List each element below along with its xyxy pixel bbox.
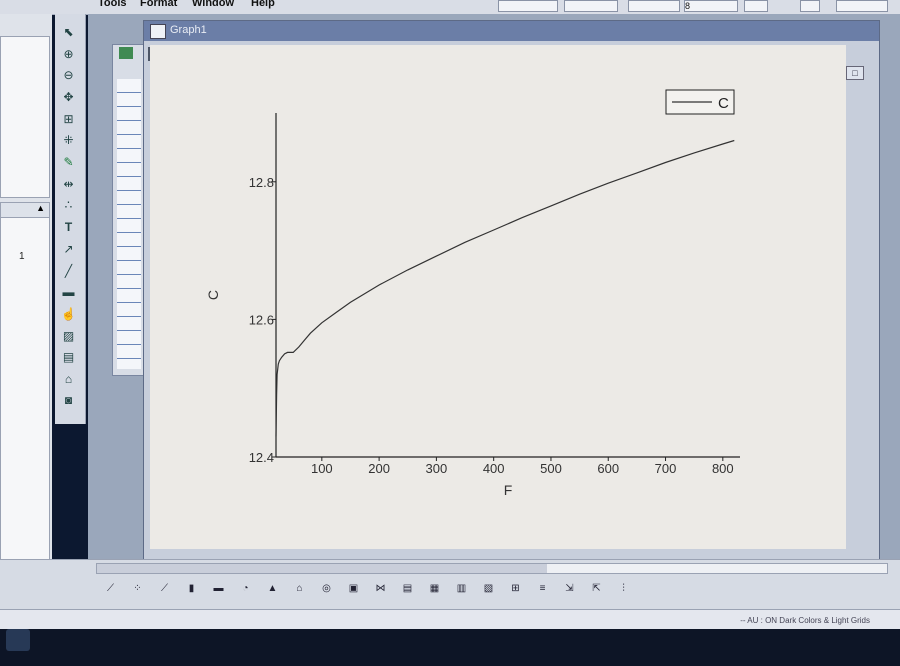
results-pane: ▲ 1 bbox=[0, 202, 50, 584]
pane-header: ▲ bbox=[1, 203, 49, 218]
y-tick-label: 12.6 bbox=[249, 312, 274, 327]
x-tick-label: 700 bbox=[655, 461, 677, 476]
left-dock: ▲ 1 bbox=[0, 14, 52, 604]
contour-icon[interactable]: ◎ bbox=[320, 582, 333, 595]
hand-icon[interactable]: ☝ bbox=[61, 306, 76, 321]
arrow-icon[interactable]: ↗ bbox=[61, 241, 76, 256]
chart-svg: 100 200 300 400 500 600 700 800 12.4 12.6 12.8 F C C bbox=[205, 89, 740, 498]
extract-icon[interactable]: ⇱ bbox=[590, 582, 603, 595]
font-size-combo[interactable]: 8 bbox=[684, 0, 738, 12]
data-selector-icon[interactable]: ⇹ bbox=[61, 176, 76, 191]
maximize-button[interactable]: □ bbox=[846, 66, 864, 80]
draw-icon[interactable]: ⌂ bbox=[61, 371, 76, 386]
axes-icon[interactable]: ⊞ bbox=[509, 582, 522, 595]
line-symbol-icon[interactable]: ⟋ bbox=[158, 582, 171, 595]
surface-icon[interactable]: ⌂ bbox=[293, 582, 306, 595]
line-plot-icon[interactable]: ⟋ bbox=[104, 582, 117, 595]
rescale-icon[interactable]: ⇲ bbox=[563, 582, 576, 595]
rectangle-icon[interactable]: ▬ bbox=[61, 284, 76, 299]
align-icon[interactable]: ⫶ bbox=[617, 582, 630, 595]
worksheet-icon bbox=[119, 47, 133, 59]
region-icon[interactable]: ▨ bbox=[61, 328, 76, 343]
graph-page[interactable]: 100 200 300 400 500 600 700 800 12.4 12.6 12.8 F C C bbox=[150, 45, 846, 549]
worksheet-grid[interactable] bbox=[117, 79, 141, 369]
taskbar bbox=[0, 629, 900, 666]
mask-icon[interactable]: ∴ bbox=[61, 197, 76, 212]
x-axis-label: F bbox=[504, 482, 513, 498]
status-text: -- AU : ON Dark Colors & Light Grids bbox=[740, 616, 870, 625]
panel-icon[interactable]: ▥ bbox=[455, 582, 468, 595]
x-tick-label: 600 bbox=[597, 461, 619, 476]
tools-toolbar: ⬉ ⊕ ⊖ ✥ ⊞ ⁜ ✎ ⇹ ∴ T ↗ ╱ ▬ ☝ ▨ ▤ ⌂ ◙ bbox=[55, 14, 86, 424]
format-button[interactable] bbox=[800, 0, 820, 12]
worksheet-window[interactable]: Lo bbox=[112, 44, 146, 376]
y-axis-label: C bbox=[205, 290, 221, 300]
y-tick-label: 12.8 bbox=[249, 175, 274, 190]
menu-bar: Tools Format Window Help 8 bbox=[0, 0, 900, 15]
start-button[interactable] bbox=[6, 629, 30, 651]
bold-button[interactable] bbox=[744, 0, 768, 12]
font-size-value: 8 bbox=[685, 1, 691, 11]
toolbar-combo-1[interactable] bbox=[498, 0, 558, 12]
row-number: 1 bbox=[19, 251, 25, 262]
x-tick-label: 400 bbox=[483, 461, 505, 476]
menu-window[interactable]: Window bbox=[192, 0, 234, 9]
screen-reader-icon[interactable]: ✎ bbox=[61, 154, 76, 169]
x-tick-label: 800 bbox=[712, 461, 734, 476]
line-icon[interactable]: ╱ bbox=[61, 263, 76, 278]
merge-icon[interactable]: ⋈ bbox=[374, 582, 387, 595]
bar-icon[interactable]: ▬ bbox=[212, 582, 225, 595]
zoom-in-icon[interactable]: ⊕ bbox=[61, 46, 76, 61]
font-combo[interactable] bbox=[628, 0, 680, 12]
toolbar-combo-2[interactable] bbox=[564, 0, 618, 12]
horizontal-scrollbar[interactable] bbox=[96, 563, 888, 574]
zoom-out-icon[interactable]: ⊖ bbox=[61, 67, 76, 82]
x-tick-label: 200 bbox=[368, 461, 390, 476]
grid-icon[interactable]: ▧ bbox=[482, 582, 495, 595]
layer-icon[interactable]: ◙ bbox=[61, 392, 76, 407]
scale-icon[interactable]: ⊞ bbox=[61, 111, 76, 126]
x-tick-label: 100 bbox=[311, 461, 333, 476]
area-icon[interactable]: ▲ bbox=[266, 582, 279, 595]
pie-icon[interactable]: ◔ bbox=[239, 582, 252, 595]
graph-window-title: Graph1 bbox=[170, 24, 207, 36]
series-line-C bbox=[275, 139, 735, 437]
layer-arrange-icon[interactable]: ▤ bbox=[401, 582, 414, 595]
y-tick-label: 12.4 bbox=[249, 450, 274, 465]
x-tick-label: 300 bbox=[426, 461, 448, 476]
legend-label: C bbox=[718, 95, 729, 112]
menu-format[interactable]: Format bbox=[140, 0, 177, 9]
graph-titlebar[interactable]: Graph1 bbox=[144, 21, 879, 41]
legend-icon[interactable]: ≡ bbox=[536, 582, 549, 595]
stack-icon[interactable]: ▦ bbox=[428, 582, 441, 595]
page-icon[interactable]: ▤ bbox=[61, 349, 76, 364]
graph-window-icon bbox=[150, 24, 166, 39]
menu-tools[interactable]: Tools bbox=[98, 0, 127, 9]
scatter-icon[interactable]: ⁘ bbox=[131, 582, 144, 595]
move-icon[interactable]: ✥ bbox=[61, 89, 76, 104]
status-bar: -- AU : ON Dark Colors & Light Grids bbox=[0, 609, 900, 630]
scroll-up-icon[interactable]: ▲ bbox=[36, 203, 45, 213]
scrollbar-thumb[interactable] bbox=[97, 564, 547, 573]
column-icon[interactable]: ▮ bbox=[185, 582, 198, 595]
menu-help[interactable]: Help bbox=[251, 0, 275, 9]
x-tick-label: 500 bbox=[540, 461, 562, 476]
format-combo[interactable] bbox=[836, 0, 888, 12]
project-explorer-pane bbox=[0, 36, 50, 198]
data-reader-icon[interactable]: ⁜ bbox=[61, 132, 76, 147]
text-icon[interactable]: T bbox=[61, 219, 76, 234]
pointer-icon[interactable]: ⬉ bbox=[61, 24, 76, 39]
template-icon[interactable]: ▣ bbox=[347, 582, 360, 595]
